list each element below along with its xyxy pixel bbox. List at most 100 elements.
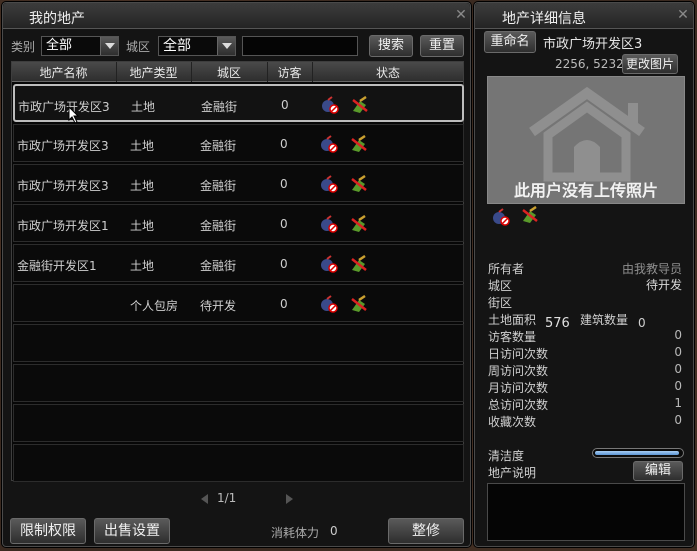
table-row[interactable]: 市政广场开发区1 土地 金融街 0 [13, 204, 464, 242]
stat-label: 日访问次数 [488, 347, 549, 361]
no-bomb-icon [321, 295, 338, 313]
no-bomb-icon [322, 96, 339, 114]
mouse-cursor-icon [68, 106, 80, 124]
no-bomb-icon [321, 255, 338, 273]
search-button[interactable]: 搜索 [369, 35, 413, 57]
land-area-value: 576 [545, 316, 570, 331]
no-broom-icon [522, 206, 538, 223]
district-value: 全部 [163, 38, 191, 54]
property-photo: 此用户没有上传照片 [487, 76, 685, 204]
stamina-label: 消耗体力 [271, 526, 320, 540]
property-type-cell: 个人包房 [130, 299, 179, 313]
table-header: 地产名称 地产类型 城区 访客 状态 [12, 62, 463, 82]
land-area-label: 土地面积 [488, 313, 537, 327]
table-row[interactable]: 个人包房 待开发 0 [13, 284, 464, 322]
owner-label: 所有者 [488, 262, 525, 276]
district-select[interactable]: 全部 [158, 36, 236, 56]
no-photo-text: 此用户没有上传照片 [513, 181, 658, 200]
category-value: 全部 [46, 38, 73, 53]
district-label: 城区 [126, 40, 151, 54]
no-broom-icon [351, 135, 367, 152]
no-broom-icon [351, 255, 367, 272]
no-bomb-icon [321, 175, 338, 193]
stat-value: 0 [674, 413, 682, 427]
header-visitors[interactable]: 访客 [268, 64, 311, 81]
no-broom-icon [351, 295, 367, 312]
building-count-value: 0 [638, 316, 646, 330]
visitors-cell: 0 [281, 98, 289, 112]
header-name[interactable]: 地产名称 [12, 64, 115, 81]
visitors-cell: 0 [280, 297, 288, 311]
property-type-cell: 土地 [131, 100, 156, 114]
next-page-icon[interactable] [286, 494, 293, 504]
district-cell: 金融街 [200, 179, 237, 193]
table-row[interactable]: 市政广场开发区3 土地 金融街 0 [13, 124, 464, 162]
rename-button[interactable]: 重命名 [484, 31, 536, 53]
my-properties-panel: 我的地产 ✕ 类别 全部 城区 全部 搜索 重置 地产名称 地产类型 城区 访客… [2, 2, 471, 547]
stat-value: 1 [674, 396, 682, 410]
close-icon[interactable]: ✕ [675, 7, 691, 23]
chevron-down-icon [100, 37, 118, 55]
category-select[interactable]: 全部 [41, 36, 119, 56]
stat-label: 月访问次数 [488, 381, 549, 395]
table-row[interactable] [13, 364, 464, 402]
no-broom-icon [351, 215, 367, 232]
visitors-cell: 0 [280, 177, 288, 191]
search-input[interactable] [242, 36, 358, 56]
header-district[interactable]: 城区 [192, 64, 266, 81]
stat-label: 访客数量 [488, 330, 537, 344]
cleanliness-fill [595, 451, 680, 455]
sale-settings-button[interactable]: 出售设置 [94, 518, 170, 544]
prev-page-icon[interactable] [201, 494, 208, 504]
header-type[interactable]: 地产类型 [117, 64, 190, 81]
property-type-cell: 土地 [130, 139, 155, 153]
property-name: 市政广场开发区3 [543, 37, 643, 52]
change-photo-button[interactable]: 更改图片 [622, 54, 678, 74]
table-row[interactable] [13, 444, 464, 482]
district-label: 城区 [488, 279, 513, 293]
property-type-cell: 土地 [130, 179, 155, 193]
stat-label: 周访问次数 [488, 364, 549, 378]
table-row[interactable]: 市政广场开发区3 土地 金融街 0 [13, 164, 464, 202]
street-label: 街区 [488, 296, 513, 310]
close-icon[interactable]: ✕ [453, 7, 469, 23]
district-value: 待开发 [645, 278, 682, 292]
description-label: 地产说明 [488, 466, 537, 480]
property-name-cell: 金融街开发区1 [17, 259, 97, 273]
property-name-cell: 市政广场开发区3 [17, 139, 109, 153]
stat-value: 0 [674, 362, 682, 376]
table-row[interactable]: 市政广场开发区3 土地 金融街 0 [13, 84, 464, 122]
no-bomb-icon [321, 135, 338, 153]
district-cell: 金融街 [200, 219, 237, 233]
property-type-cell: 土地 [130, 259, 155, 273]
table-row[interactable] [13, 324, 464, 362]
cleanliness-label: 清洁度 [488, 449, 525, 463]
table-row[interactable] [13, 404, 464, 442]
panel-title: 地产详细信息 [502, 11, 586, 27]
property-name-cell: 市政广场开发区3 [17, 179, 109, 193]
property-name-cell: 市政广场开发区1 [17, 219, 109, 233]
limit-permission-button[interactable]: 限制权限 [10, 518, 86, 544]
category-label: 类别 [11, 40, 36, 54]
table-row[interactable]: 金融街开发区1 土地 金融街 0 [13, 244, 464, 282]
header-status[interactable]: 状态 [313, 64, 463, 81]
visitors-cell: 0 [280, 217, 288, 231]
visitors-cell: 0 [280, 257, 288, 271]
stat-label: 总访问次数 [488, 398, 549, 412]
district-cell: 金融街 [200, 139, 237, 153]
stat-value: 0 [674, 328, 682, 342]
description-box [487, 483, 685, 541]
stat-label: 收藏次数 [488, 415, 537, 429]
edit-button[interactable]: 编辑 [633, 461, 683, 481]
no-broom-icon [352, 96, 368, 113]
reset-button[interactable]: 重置 [420, 35, 464, 57]
no-bomb-icon [321, 215, 338, 233]
district-cell: 待开发 [200, 299, 237, 313]
stamina-value: 0 [330, 524, 338, 538]
district-cell: 金融街 [200, 259, 237, 273]
repair-button[interactable]: 整修 [388, 518, 464, 544]
stat-value: 0 [674, 379, 682, 393]
visitors-cell: 0 [280, 137, 288, 151]
no-bomb-icon [493, 208, 510, 226]
cleanliness-bar [592, 448, 684, 458]
